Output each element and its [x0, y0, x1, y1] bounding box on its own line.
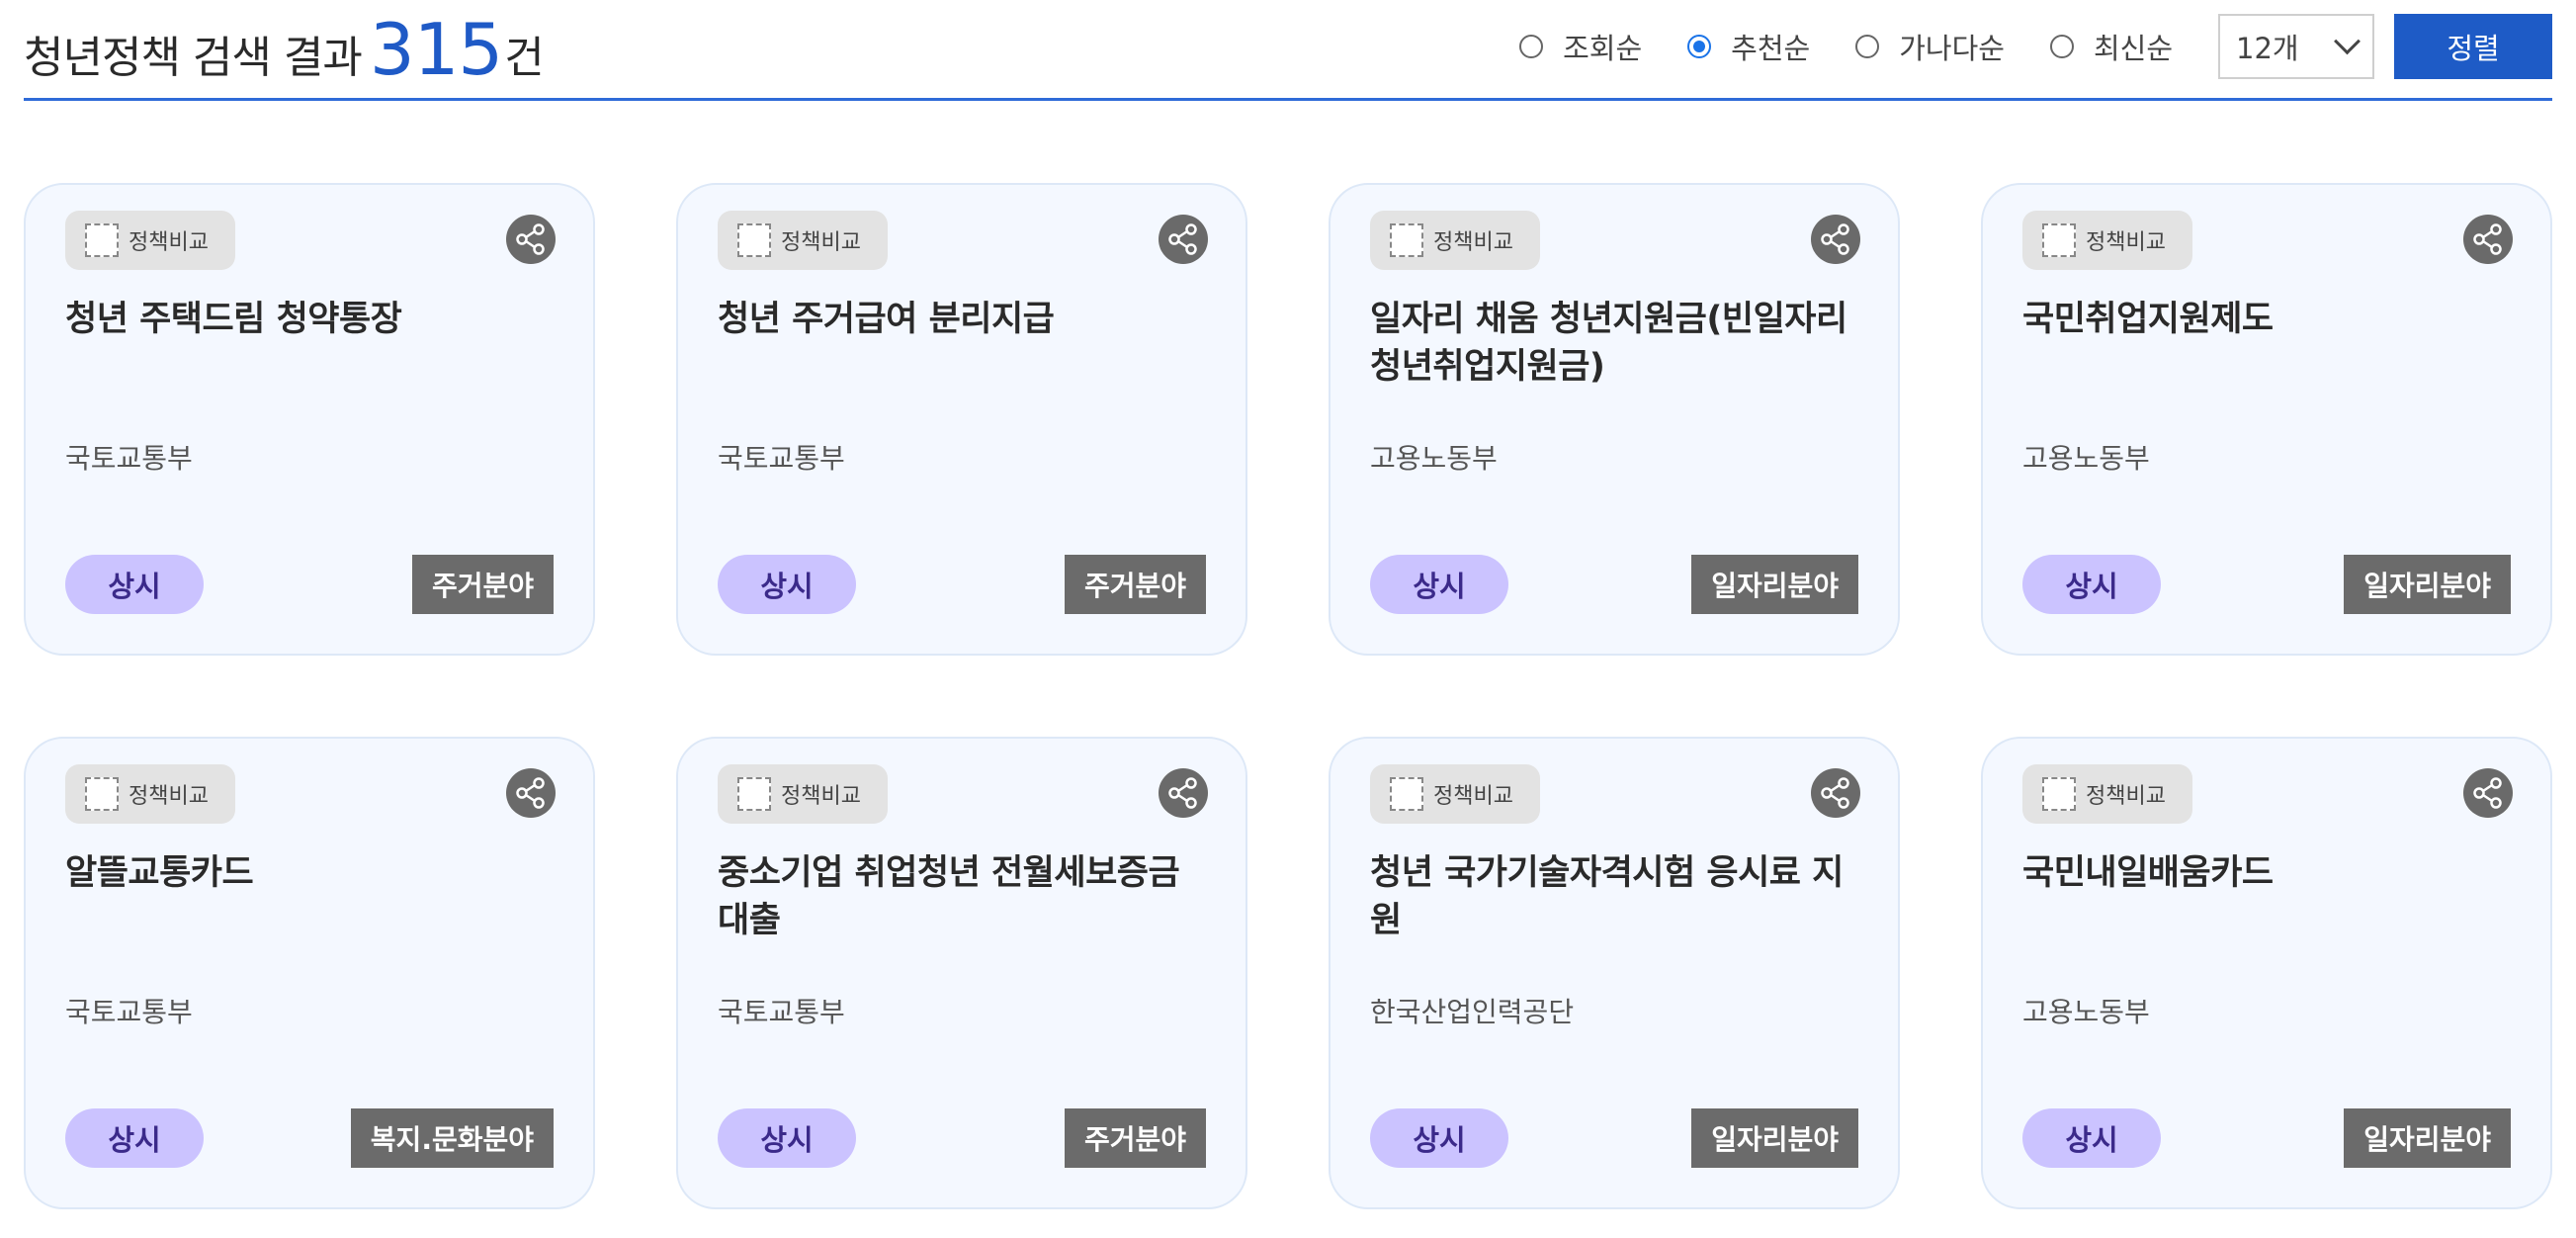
policy-title[interactable]: 중소기업 취업청년 전월세보증금 대출 — [718, 849, 1212, 944]
checkbox-icon[interactable] — [85, 223, 119, 257]
share-icon[interactable] — [1811, 215, 1860, 264]
sort-controls: 조회순 추천순 가나다순 최신순 12개 정렬 — [1519, 14, 2552, 79]
result-count: 315 — [369, 8, 503, 91]
sort-option-label: 최신순 — [2093, 32, 2173, 65]
radio-icon[interactable] — [1855, 35, 1880, 58]
policy-card[interactable]: 정책비교 청년 국가기술자격시험 응시료 지원 한국산업인력공단 상시 일자리분… — [1329, 737, 1900, 1209]
status-badge: 상시 — [718, 1108, 856, 1168]
sort-option-views[interactable]: 조회순 — [1519, 26, 1642, 67]
category-badge: 일자리분야 — [2344, 555, 2511, 614]
policy-card[interactable]: 정책비교 청년 주택드림 청약통장 국토교통부 상시 주거분야 — [24, 183, 595, 656]
policy-card[interactable]: 정책비교 일자리 채움 청년지원금(빈일자리 청년취업지원금) 고용노동부 상시… — [1329, 183, 1900, 656]
status-badge: 상시 — [2022, 1108, 2161, 1168]
compare-label: 정책비교 — [129, 230, 209, 255]
share-icon[interactable] — [1159, 768, 1208, 818]
category-badge: 복지.문화분야 — [350, 1108, 554, 1168]
count-suffix: 건 — [504, 33, 544, 83]
compare-label: 정책비교 — [781, 230, 861, 255]
sort-option-label: 조회순 — [1563, 32, 1643, 65]
share-icon[interactable] — [506, 215, 556, 264]
category-badge: 일자리분야 — [2344, 1108, 2511, 1168]
share-icon[interactable] — [1811, 768, 1860, 818]
sort-option-latest[interactable]: 최신순 — [2049, 26, 2173, 67]
radio-icon[interactable] — [2049, 35, 2074, 58]
policy-agency: 국토교통부 — [718, 442, 845, 475]
category-badge: 일자리분야 — [1691, 555, 1858, 614]
compare-toggle[interactable]: 정책비교 — [2022, 211, 2192, 270]
checkbox-icon[interactable] — [85, 777, 119, 811]
share-icon[interactable] — [2463, 768, 2513, 818]
policy-card[interactable]: 정책비교 청년 주거급여 분리지급 국토교통부 상시 주거분야 — [676, 183, 1247, 656]
compare-toggle[interactable]: 정책비교 — [65, 764, 235, 824]
compare-toggle[interactable]: 정책비교 — [1370, 211, 1540, 270]
share-icon[interactable] — [1159, 215, 1208, 264]
page-size-select[interactable]: 12개 — [2218, 14, 2374, 79]
policy-agency: 국토교통부 — [718, 996, 845, 1028]
policy-title[interactable]: 알뜰교통카드 — [65, 849, 559, 897]
status-badge: 상시 — [1370, 555, 1508, 614]
status-badge: 상시 — [65, 1108, 204, 1168]
chevron-down-icon — [2334, 27, 2361, 54]
policy-agency: 국토교통부 — [65, 996, 193, 1028]
compare-label: 정책비교 — [1433, 230, 1513, 255]
checkbox-icon[interactable] — [737, 777, 771, 811]
share-icon[interactable] — [506, 768, 556, 818]
compare-label: 정책비교 — [781, 784, 861, 809]
policy-title[interactable]: 일자리 채움 청년지원금(빈일자리 청년취업지원금) — [1370, 296, 1864, 391]
policy-title[interactable]: 청년 주거급여 분리지급 — [718, 296, 1212, 343]
status-badge: 상시 — [1370, 1108, 1508, 1168]
radio-icon[interactable] — [1519, 35, 1544, 58]
status-badge: 상시 — [2022, 555, 2161, 614]
compare-toggle[interactable]: 정책비교 — [2022, 764, 2192, 824]
category-badge: 주거분야 — [1064, 1108, 1206, 1168]
policy-title[interactable]: 국민취업지원제도 — [2022, 296, 2517, 343]
sort-button[interactable]: 정렬 — [2394, 14, 2552, 79]
radio-selected-icon[interactable] — [1687, 35, 1712, 58]
compare-toggle[interactable]: 정책비교 — [65, 211, 235, 270]
sort-option-alphabetical[interactable]: 가나다순 — [1855, 26, 2005, 67]
policy-agency: 고용노동부 — [2022, 442, 2150, 475]
status-badge: 상시 — [718, 555, 856, 614]
compare-toggle[interactable]: 정책비교 — [718, 764, 888, 824]
checkbox-icon[interactable] — [2042, 223, 2076, 257]
compare-toggle[interactable]: 정책비교 — [718, 211, 888, 270]
sort-option-recommended[interactable]: 추천순 — [1687, 26, 1810, 67]
policy-title[interactable]: 청년 국가기술자격시험 응시료 지원 — [1370, 849, 1864, 944]
policy-agency: 고용노동부 — [1370, 442, 1498, 475]
category-badge: 일자리분야 — [1691, 1108, 1858, 1168]
compare-label: 정책비교 — [1433, 784, 1513, 809]
policy-card[interactable]: 정책비교 국민내일배움카드 고용노동부 상시 일자리분야 — [1981, 737, 2552, 1209]
policy-agency: 국토교통부 — [65, 442, 193, 475]
category-badge: 주거분야 — [411, 555, 554, 614]
compare-label: 정책비교 — [129, 784, 209, 809]
title-text: 청년정책 검색 결과 — [24, 33, 363, 83]
compare-label: 정책비교 — [2086, 230, 2166, 255]
page-title: 청년정책 검색 결과 315건 — [24, 8, 545, 91]
policy-card[interactable]: 정책비교 국민취업지원제도 고용노동부 상시 일자리분야 — [1981, 183, 2552, 656]
checkbox-icon[interactable] — [737, 223, 771, 257]
checkbox-icon[interactable] — [2042, 777, 2076, 811]
policy-card[interactable]: 정책비교 중소기업 취업청년 전월세보증금 대출 국토교통부 상시 주거분야 — [676, 737, 1247, 1209]
status-badge: 상시 — [65, 555, 204, 614]
results-header: 청년정책 검색 결과 315건 조회순 추천순 가나다순 최신순 12개 정렬 — [24, 0, 2552, 101]
policy-agency: 고용노동부 — [2022, 996, 2150, 1028]
policy-title[interactable]: 청년 주택드림 청약통장 — [65, 296, 559, 343]
compare-toggle[interactable]: 정책비교 — [1370, 764, 1540, 824]
policy-card[interactable]: 정책비교 알뜰교통카드 국토교통부 상시 복지.문화분야 — [24, 737, 595, 1209]
sort-option-label: 추천순 — [1731, 32, 1811, 65]
share-icon[interactable] — [2463, 215, 2513, 264]
checkbox-icon[interactable] — [1390, 777, 1423, 811]
sort-option-label: 가나다순 — [1899, 32, 2005, 65]
category-badge: 주거분야 — [1064, 555, 1206, 614]
policy-agency: 한국산업인력공단 — [1370, 996, 1575, 1028]
compare-label: 정책비교 — [2086, 784, 2166, 809]
policy-title[interactable]: 국민내일배움카드 — [2022, 849, 2517, 897]
checkbox-icon[interactable] — [1390, 223, 1423, 257]
page-size-value: 12개 — [2236, 32, 2299, 65]
